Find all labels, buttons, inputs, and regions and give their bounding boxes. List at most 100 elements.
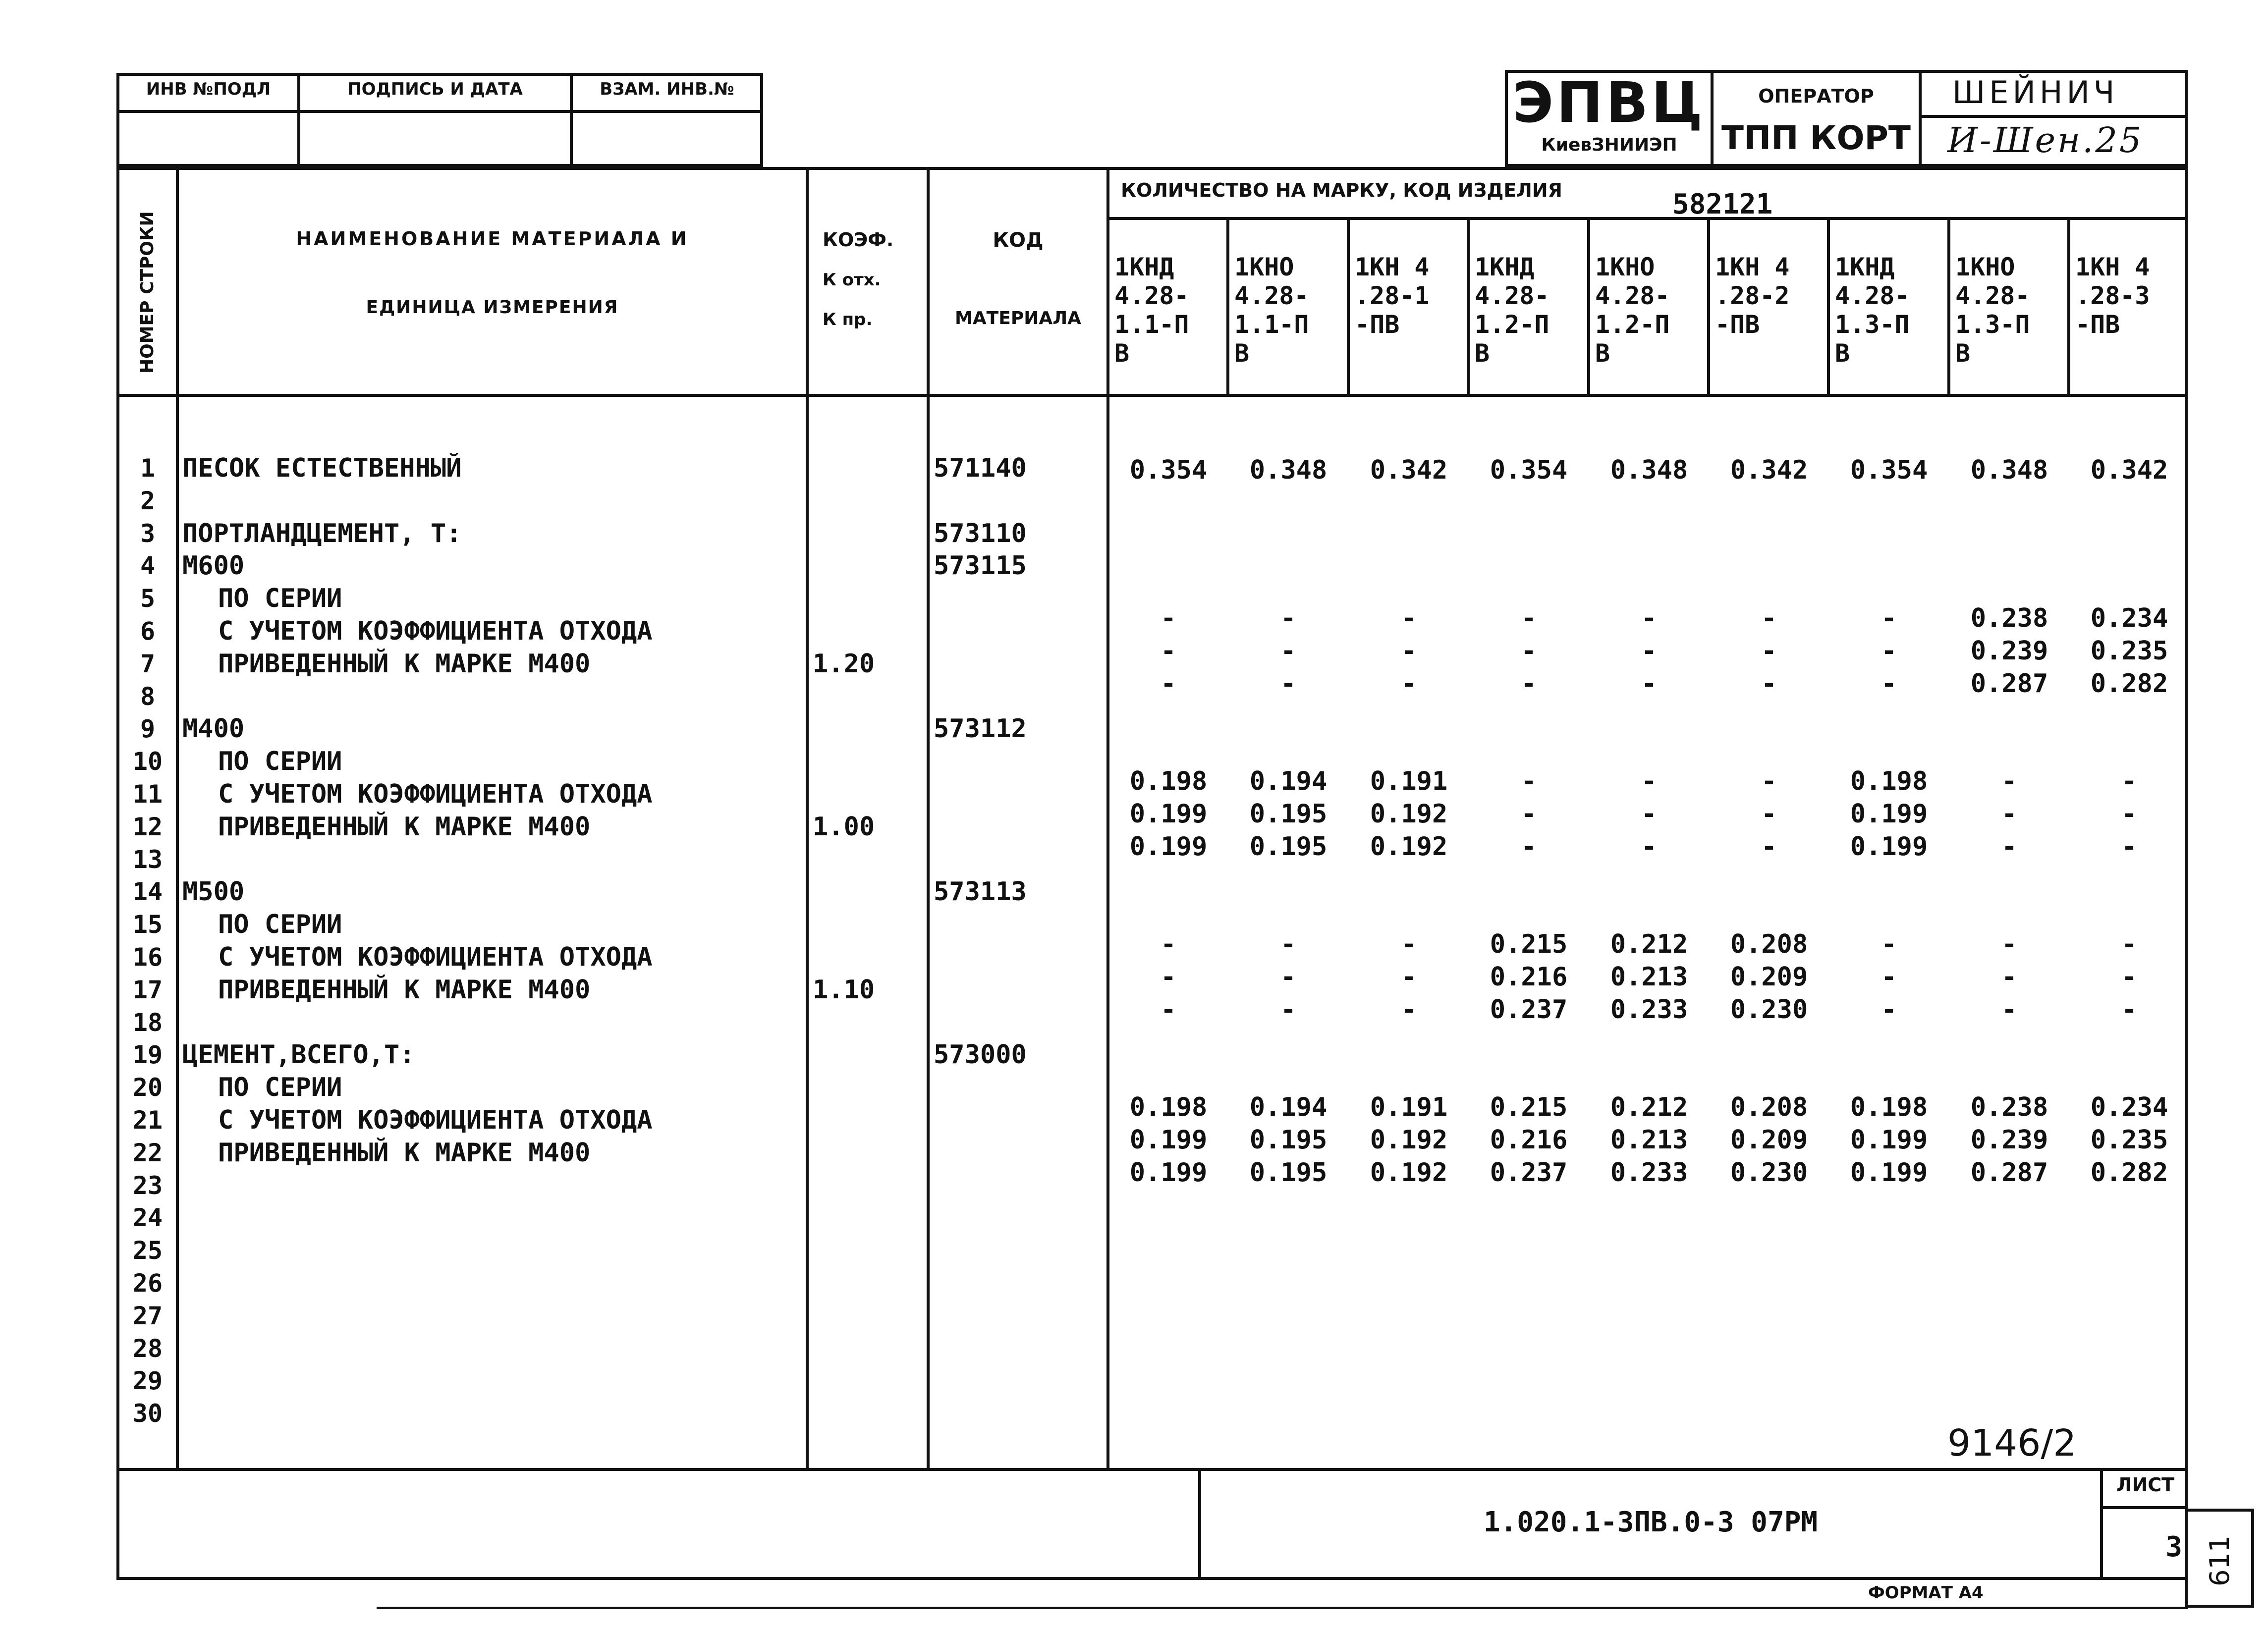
- quantity-value: 0.199: [1850, 1158, 1928, 1188]
- row-number: 11: [132, 780, 163, 809]
- row-number: 7: [140, 650, 156, 678]
- empty-value-dash: -: [2001, 962, 2017, 992]
- operator-department: ТПП КОРТ: [1721, 119, 1911, 157]
- document-code: 1.020.1-3ПВ.0-3 07РМ: [1483, 1506, 1818, 1538]
- mark-column-header: 1КНД 4.28- 1.1-П В: [1114, 253, 1189, 368]
- empty-value-dash: -: [1521, 766, 1537, 796]
- row-number: 9: [140, 714, 156, 743]
- quantity-value: 0.208: [1730, 929, 1808, 959]
- quantity-value: 0.215: [1490, 1092, 1568, 1122]
- mark-column-header: 1КНД 4.28- 1.2-П В: [1475, 253, 1549, 368]
- signature-date-value: [300, 115, 570, 164]
- empty-value-dash: -: [1401, 636, 1417, 666]
- quantity-value: 0.233: [1610, 1158, 1688, 1188]
- empty-value-dash: -: [2121, 832, 2137, 862]
- empty-value-dash: -: [1641, 832, 1657, 862]
- bottom-rule: [377, 1607, 2188, 1609]
- empty-value-dash: -: [2121, 929, 2137, 959]
- inventory-number-value: [119, 115, 297, 164]
- replacement-inventory-value: [573, 115, 761, 164]
- empty-value-dash: -: [1761, 669, 1777, 699]
- material-name: ЦЕМЕНТ,ВСЕГО,Т:: [182, 1040, 415, 1070]
- stamp-divider: [1919, 115, 2188, 118]
- coefficient-value: 1.10: [813, 975, 875, 1005]
- quantity-value: 0.235: [2090, 1125, 2168, 1155]
- empty-value-dash: -: [2121, 799, 2137, 829]
- material-name: С УЧЕТОМ КОЭФФИЦИЕНТА ОТХОДА: [218, 779, 653, 809]
- empty-value-dash: -: [1521, 636, 1537, 666]
- row-number: 25: [132, 1236, 163, 1265]
- quantity-value: 0.287: [1970, 1158, 2048, 1188]
- quantity-value: 0.234: [2090, 1092, 2168, 1122]
- column-divider: [927, 167, 930, 1471]
- quantity-value: 0.213: [1610, 962, 1688, 992]
- stamp-divider: [1919, 70, 1922, 167]
- empty-value-dash: -: [1761, 603, 1777, 633]
- quantity-value: 0.238: [1970, 603, 2048, 633]
- mark-column-divider: [1827, 217, 1830, 395]
- material-name: С УЧЕТОМ КОЭФФИЦИЕНТА ОТХОДА: [218, 1105, 653, 1135]
- row-number: 30: [132, 1399, 163, 1428]
- material-code-header: КОД: [993, 229, 1044, 252]
- empty-value-dash: -: [1280, 603, 1296, 633]
- quantity-value: 0.198: [1129, 1092, 1208, 1122]
- empty-value-dash: -: [1521, 832, 1537, 862]
- empty-value-dash: -: [1161, 962, 1176, 992]
- empty-value-dash: -: [1761, 636, 1777, 666]
- row-number: 26: [132, 1269, 163, 1298]
- material-code-header-line2: МАТЕРИАЛА: [955, 308, 1081, 328]
- waste-coefficient-header: К отх.: [823, 270, 881, 290]
- empty-value-dash: -: [2001, 995, 2017, 1025]
- quantity-value: 0.233: [1610, 995, 1688, 1025]
- sheet-number: 3: [2165, 1531, 2182, 1563]
- material-code: 571140: [934, 453, 1027, 483]
- mark-column-divider: [1707, 217, 1710, 395]
- quantity-value: 0.199: [1850, 1125, 1928, 1155]
- mark-column-header: 1КНО 4.28- 1.3-П В: [1955, 253, 2030, 368]
- empty-value-dash: -: [1401, 962, 1417, 992]
- empty-value-dash: -: [1641, 669, 1657, 699]
- quantity-value: 0.213: [1610, 1125, 1688, 1155]
- empty-value-dash: -: [2001, 832, 2017, 862]
- row-number: 18: [132, 1008, 163, 1037]
- empty-value-dash: -: [1280, 669, 1296, 699]
- quantity-value: 0.348: [1249, 455, 1328, 485]
- material-name: ПРИВЕДЕННЫЙ К МАРКЕ М400: [218, 649, 591, 679]
- column-divider: [806, 167, 809, 1471]
- operator-label: ОПЕРАТОР: [1758, 85, 1874, 107]
- empty-value-dash: -: [1280, 636, 1296, 666]
- quantity-value: 0.287: [1970, 669, 2048, 699]
- replacement-inventory-label: ВЗАМ. ИНВ.№: [600, 79, 734, 99]
- material-name: ПО СЕРИИ: [218, 747, 342, 776]
- row-number: 27: [132, 1302, 163, 1330]
- quantity-value: 0.282: [2090, 1158, 2168, 1188]
- material-name: ПЕСОК ЕСТЕСТВЕННЫЙ: [182, 453, 462, 483]
- row-number: 2: [140, 487, 156, 515]
- quantity-value: 0.216: [1490, 962, 1568, 992]
- quantity-value: 0.195: [1249, 1158, 1328, 1188]
- material-code: 573112: [934, 714, 1027, 744]
- quantity-value: 0.216: [1490, 1125, 1568, 1155]
- empty-value-dash: -: [1401, 929, 1417, 959]
- empty-value-dash: -: [1881, 603, 1897, 633]
- empty-value-dash: -: [1881, 929, 1897, 959]
- operator-name: ШЕЙНИЧ: [1952, 74, 2119, 110]
- material-name: М400: [182, 714, 245, 744]
- row-number: 21: [132, 1106, 163, 1135]
- reduction-coefficient-header: К пр.: [823, 310, 873, 329]
- empty-value-dash: -: [1641, 799, 1657, 829]
- row-number: 23: [132, 1171, 163, 1200]
- quantity-value: 0.342: [1370, 455, 1448, 485]
- org-title: ЭПВЦ: [1512, 71, 1706, 135]
- row-number: 8: [140, 682, 156, 711]
- quantity-value: 0.195: [1249, 1125, 1328, 1155]
- material-name-header: НАИМЕНОВАНИЕ МАТЕРИАЛА И: [296, 228, 689, 250]
- row-number: 5: [140, 584, 156, 613]
- row-number: 24: [132, 1203, 163, 1232]
- quantity-value: 0.212: [1610, 929, 1688, 959]
- material-name: ПРИВЕДЕННЫЙ К МАРКЕ М400: [218, 1138, 591, 1168]
- quantity-value: 0.354: [1129, 455, 1208, 485]
- empty-value-dash: -: [1761, 766, 1777, 796]
- mark-column-header: 1КНО 4.28- 1.2-П В: [1595, 253, 1670, 368]
- quantity-value: 0.342: [1730, 455, 1808, 485]
